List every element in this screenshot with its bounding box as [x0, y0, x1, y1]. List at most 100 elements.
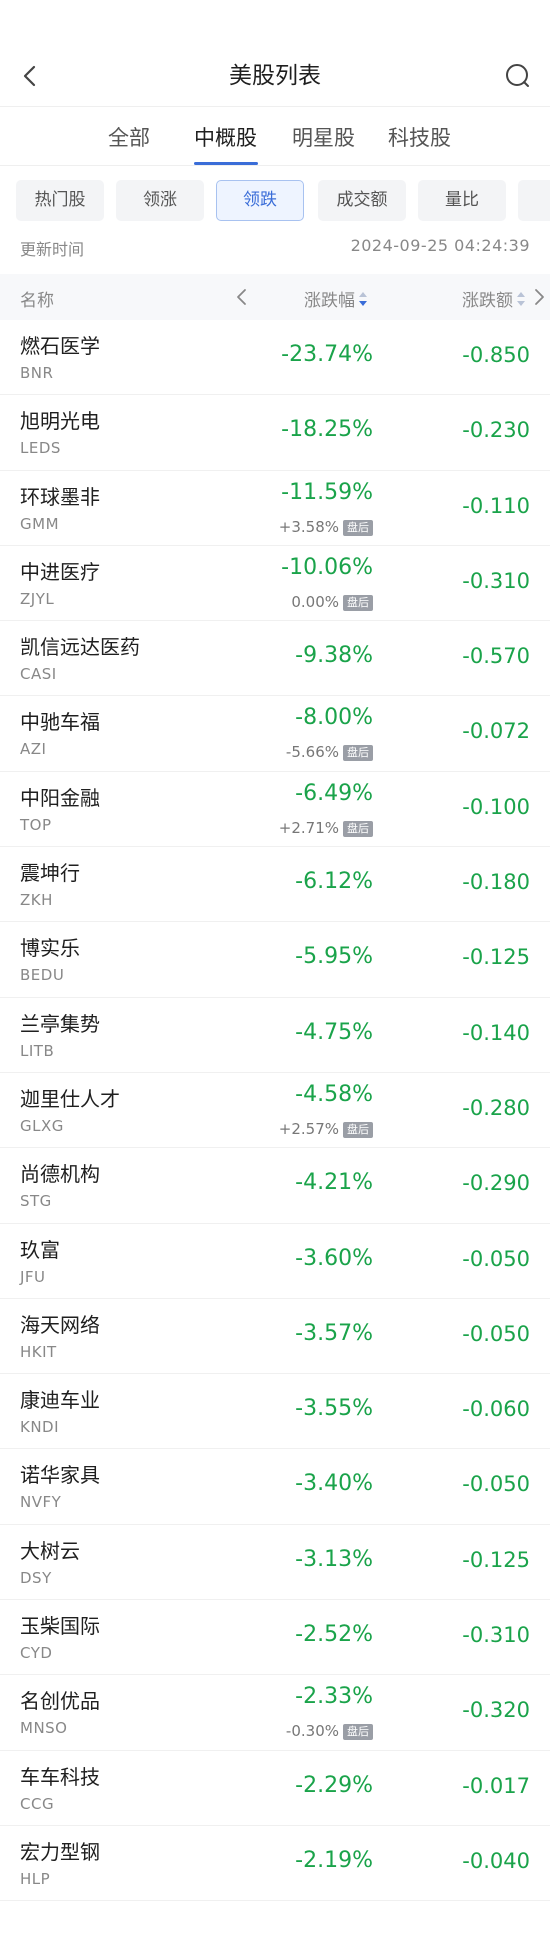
stock-row[interactable]: 名创优品 MNSO -2.33% -0.30% 盘后 -0.320: [0, 1675, 550, 1751]
after-hours-info: +2.57% 盘后: [279, 1120, 373, 1138]
stock-code: JFU: [20, 1267, 46, 1286]
stock-row[interactable]: 大树云 DSY -3.13% -0.125: [0, 1525, 550, 1601]
stock-change-pct: -3.55%: [295, 1396, 373, 1422]
stock-code: HKIT: [20, 1342, 57, 1361]
stock-name: 凯信远达医药: [20, 635, 140, 660]
stock-change-amount: -0.125: [462, 1547, 530, 1572]
tab-china-concept[interactable]: 中概股: [194, 122, 257, 152]
stock-row[interactable]: 康迪车业 KNDI -3.55% -0.060: [0, 1374, 550, 1450]
stock-name: 大树云: [20, 1538, 80, 1563]
sort-icon: [516, 290, 526, 308]
filter-gainers[interactable]: 领涨: [116, 180, 204, 221]
sort-desc-icon: [358, 290, 368, 308]
stock-list: 燃石医学 BNR -23.74% -0.850 旭明光电 LEDS -18.25% -0.23…: [0, 320, 550, 1902]
stock-code: KNDI: [20, 1418, 60, 1437]
stock-code: HLP: [20, 1869, 51, 1888]
stock-row[interactable]: 燃石医学 BNR -23.74% -0.850: [0, 320, 550, 396]
stock-change-amount: -0.050: [462, 1321, 530, 1346]
stock-name: 尚德机构: [20, 1162, 100, 1187]
stock-row[interactable]: 宏力型钢 HLP -2.19% -0.040: [0, 1826, 550, 1902]
stock-change-pct: -11.59%: [281, 479, 373, 505]
stock-row[interactable]: 中驰车福 AZI -8.00% -5.66% 盘后 -0.072: [0, 696, 550, 772]
column-pct-sort[interactable]: 涨跌幅: [304, 286, 368, 311]
stock-name: 震坤行: [20, 861, 80, 886]
stock-row[interactable]: 玖富 JFU -3.60% -0.050: [0, 1224, 550, 1299]
stock-row[interactable]: 迦里仕人才 GLXG -4.58% +2.57% 盘后 -0.280: [0, 1073, 550, 1149]
tabs-divider: [0, 165, 550, 166]
after-hours-info: -0.30% 盘后: [286, 1722, 373, 1741]
stock-row[interactable]: 博实乐 BEDU -5.95% -0.125: [0, 922, 550, 998]
stock-code: TOP: [20, 815, 52, 834]
update-time: 2024-09-25 04:24:39: [350, 236, 530, 255]
stock-row[interactable]: 尚德机构 STG -4.21% -0.290: [0, 1148, 550, 1224]
stock-name: 中阳金融: [20, 785, 100, 810]
stock-change-amount: -0.140: [462, 1020, 530, 1045]
tab-all[interactable]: 全部: [108, 122, 150, 152]
filter-volume-ratio[interactable]: 量比: [418, 180, 506, 221]
stock-change-pct: -23.74%: [281, 342, 373, 367]
after-hours-badge: 盘后: [343, 820, 373, 837]
after-hours-info: -5.66% 盘后: [286, 743, 373, 762]
stock-change-pct: -6.12%: [295, 869, 373, 895]
filter-turnover-rate[interactable]: 换: [518, 180, 550, 221]
page-title: 美股列表: [229, 63, 321, 89]
tab-star-stocks[interactable]: 明星股: [292, 122, 355, 152]
after-hours-pct: +3.58%: [278, 517, 339, 536]
stock-change-amount: -0.072: [462, 719, 530, 744]
filter-turnover[interactable]: 成交额: [318, 180, 406, 221]
stock-row[interactable]: 环球墨非 GMM -11.59% +3.58% 盘后 -0.110: [0, 471, 550, 546]
column-chg-sort[interactable]: 涨跌额: [462, 286, 526, 311]
stock-change-pct: -2.29%: [295, 1772, 373, 1798]
stock-name: 中驰车福: [20, 710, 100, 735]
stock-row[interactable]: 旭明光电 LEDS -18.25% -0.230: [0, 395, 550, 471]
stock-row[interactable]: 中阳金融 TOP -6.49% +2.71% 盘后 -0.100: [0, 772, 550, 848]
update-label: 更新时间: [20, 240, 85, 259]
stock-code: GLXG: [20, 1116, 64, 1135]
stock-row[interactable]: 震坤行 ZKH -6.12% -0.180: [0, 847, 550, 923]
tab-tech-stocks[interactable]: 科技股: [388, 122, 451, 152]
category-tabs: 全部 中概股 明星股 科技股: [0, 108, 550, 166]
stock-code: CASI: [20, 665, 57, 684]
stock-change-amount: -0.570: [462, 644, 530, 669]
stock-row[interactable]: 玉柴国际 CYD -2.52% -0.310: [0, 1600, 550, 1676]
stock-row[interactable]: 车车科技 CCG -2.29% -0.017: [0, 1751, 550, 1826]
stock-change-amount: -0.050: [462, 1246, 530, 1271]
stock-name: 玖富: [20, 1237, 60, 1262]
stock-change-pct: -18.25%: [281, 417, 373, 443]
stock-change-amount: -0.125: [462, 945, 530, 970]
stock-change-amount: -0.110: [462, 493, 530, 518]
stock-row[interactable]: 诺华家具 NVFY -3.40% -0.050: [0, 1449, 550, 1525]
after-hours-pct: +2.71%: [278, 818, 339, 837]
after-hours-info: +2.71% 盘后: [279, 819, 373, 837]
filter-hot[interactable]: 热门股: [16, 180, 104, 221]
stock-code: DSY: [20, 1568, 52, 1587]
column-pct-label: 涨跌幅: [304, 291, 355, 311]
stock-name: 海天网络: [20, 1312, 100, 1337]
stock-change-pct: -3.40%: [295, 1471, 373, 1497]
stock-change-pct: -3.60%: [295, 1245, 373, 1271]
stock-name: 中进医疗: [20, 559, 100, 584]
stock-name: 兰亭集势: [20, 1011, 100, 1036]
stock-row[interactable]: 中进医疗 ZJYL -10.06% 0.00% 盘后 -0.310: [0, 546, 550, 622]
stock-code: AZI: [20, 740, 47, 759]
stock-row[interactable]: 海天网络 HKIT -3.57% -0.050: [0, 1299, 550, 1375]
search-icon[interactable]: [502, 60, 534, 92]
stock-row[interactable]: 凯信远达医药 CASI -9.38% -0.570: [0, 621, 550, 697]
chevron-right-icon[interactable]: [530, 284, 548, 310]
filter-bar: 热门股 领涨 领跌 成交额 量比 换: [0, 180, 550, 224]
stock-change-amount: -0.230: [462, 418, 530, 443]
stock-name: 燃石医学: [20, 334, 100, 358]
stock-change-amount: -0.310: [462, 1623, 530, 1648]
chevron-left-icon[interactable]: [232, 284, 252, 310]
after-hours-badge: 盘后: [343, 519, 373, 536]
stock-name: 名创优品: [20, 1689, 100, 1714]
stock-code: GMM: [20, 514, 60, 533]
filter-losers[interactable]: 领跌: [216, 180, 304, 221]
stock-change-pct: -3.13%: [295, 1546, 373, 1572]
stock-change-pct: -10.06%: [281, 554, 373, 580]
stock-row[interactable]: 兰亭集势 LITB -4.75% -0.140: [0, 998, 550, 1073]
stock-name: 旭明光电: [20, 409, 100, 434]
stock-name: 宏力型钢: [20, 1839, 100, 1864]
stock-change-pct: -5.95%: [295, 944, 373, 970]
column-name: 名称: [20, 291, 54, 311]
